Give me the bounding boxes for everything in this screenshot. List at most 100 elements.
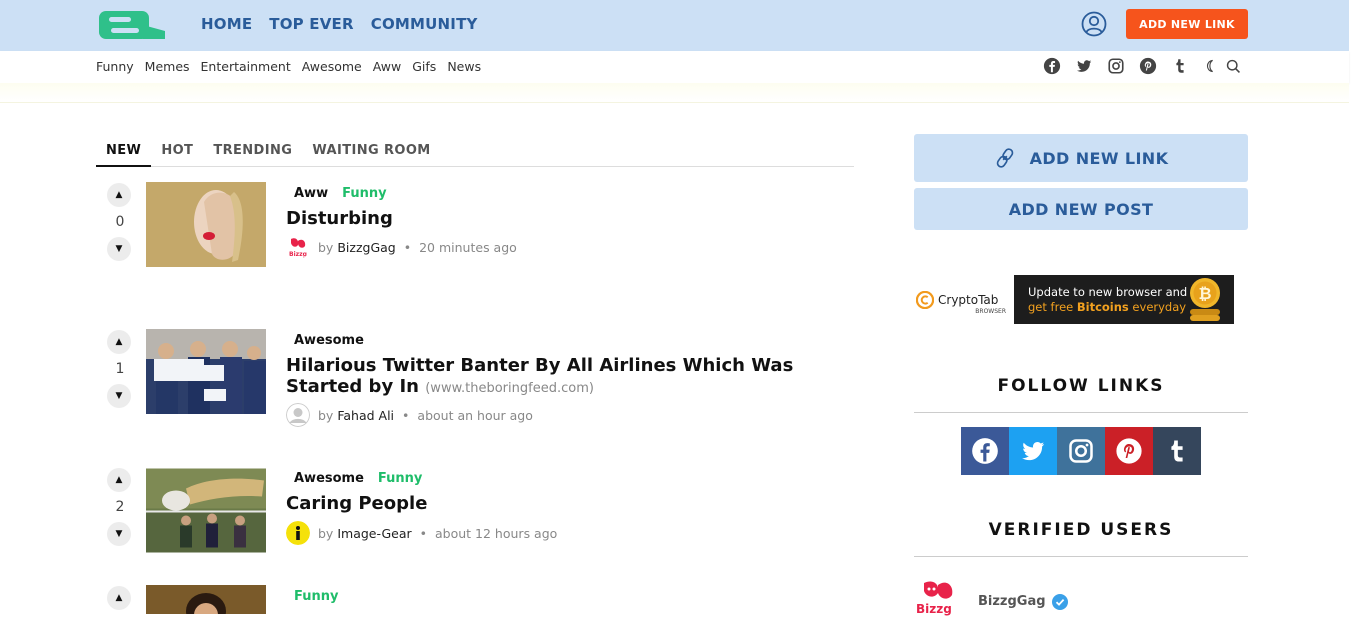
- nav-home[interactable]: HOME: [201, 15, 252, 33]
- post-title-text[interactable]: Disturbing: [286, 208, 393, 229]
- svg-text:Bizzg: Bizzg: [289, 251, 307, 258]
- twitter-icon: [1022, 442, 1045, 461]
- tab-waiting-room[interactable]: WAITING ROOM: [302, 141, 440, 167]
- search-icon[interactable]: [1225, 58, 1242, 75]
- downvote-button[interactable]: ▼: [107, 522, 131, 546]
- post-title[interactable]: Caring People: [286, 493, 806, 514]
- post-thumbnail[interactable]: [146, 585, 266, 614]
- tab-hot[interactable]: HOT: [151, 141, 203, 167]
- post-title-text[interactable]: Caring People: [286, 493, 427, 514]
- tag-aww[interactable]: Aww: [294, 186, 328, 201]
- follow-pinterest[interactable]: [1105, 427, 1153, 475]
- upvote-button[interactable]: ▲: [107, 183, 131, 207]
- follow-tumblr[interactable]: [1153, 427, 1201, 475]
- avatar[interactable]: Bizzg: [286, 235, 310, 259]
- verified-user-item[interactable]: Bizzg BizzgGag: [914, 579, 1068, 619]
- upvote-button[interactable]: ▲: [107, 586, 131, 610]
- post-tags: Awesome: [294, 333, 364, 348]
- upvote-button[interactable]: ▲: [107, 330, 131, 354]
- post-thumbnail[interactable]: [146, 329, 266, 414]
- facebook-icon[interactable]: [1043, 57, 1061, 75]
- tumblr-icon: [1171, 440, 1183, 462]
- category-memes[interactable]: Memes: [145, 59, 190, 74]
- follow-facebook[interactable]: [961, 427, 1009, 475]
- tab-new[interactable]: NEW: [96, 141, 152, 167]
- header-divider: [0, 83, 1349, 103]
- ad-line-2-prefix: get free: [1028, 300, 1077, 314]
- post-time: about 12 hours ago: [435, 525, 558, 541]
- sidebar-add-post-label: ADD NEW POST: [1008, 199, 1154, 219]
- avatar[interactable]: Bizzg: [914, 579, 964, 619]
- category-awesome[interactable]: Awesome: [302, 59, 362, 74]
- user-icon[interactable]: [1081, 11, 1107, 37]
- vote-box: ▲ 1 ▼: [107, 330, 133, 408]
- link-icon: [996, 148, 1013, 168]
- tag-awesome[interactable]: Awesome: [294, 333, 364, 348]
- pinterest-icon[interactable]: [1139, 57, 1157, 75]
- instagram-icon[interactable]: [1107, 57, 1125, 75]
- post-thumbnail[interactable]: [146, 468, 266, 553]
- ad-line-2-bold: Bitcoins: [1076, 300, 1129, 314]
- follow-twitter[interactable]: [1009, 427, 1057, 475]
- post-title[interactable]: Hilarious Twitter Banter By All Airlines…: [286, 355, 806, 399]
- main-nav: HOME TOP EVER COMMUNITY: [201, 15, 478, 33]
- ad-brand-sub: BROWSER: [975, 308, 1006, 315]
- category-nav: Funny Memes Entertainment Awesome Aww Gi…: [96, 59, 481, 74]
- site-logo[interactable]: [99, 11, 165, 39]
- category-gifs[interactable]: Gifs: [412, 59, 436, 74]
- category-news[interactable]: News: [447, 59, 481, 74]
- add-new-link-button[interactable]: ADD NEW LINK: [1126, 9, 1248, 39]
- vote-count: 1: [115, 361, 125, 377]
- tag-funny[interactable]: Funny: [342, 186, 386, 201]
- category-funny[interactable]: Funny: [96, 59, 134, 74]
- post-time: 20 minutes ago: [419, 239, 517, 255]
- post-meta: by Image-Gear • about 12 hours ago: [286, 521, 557, 545]
- tag-funny[interactable]: Funny: [378, 471, 422, 486]
- vote-box: ▲ 0 ▼: [107, 183, 133, 261]
- upvote-button[interactable]: ▲: [107, 468, 131, 492]
- vote-box: ▲: [107, 586, 133, 610]
- tab-trending[interactable]: TRENDING: [203, 141, 302, 167]
- category-aww[interactable]: Aww: [373, 59, 402, 74]
- sidebar-add-link-button[interactable]: ADD NEW LINK: [914, 134, 1248, 182]
- downvote-button[interactable]: ▼: [107, 384, 131, 408]
- cryptotab-ad[interactable]: CryptoTab BROWSER Update to new browser …: [914, 275, 1234, 324]
- tag-awesome[interactable]: Awesome: [294, 471, 364, 486]
- post-tags: Awesome Funny: [294, 471, 422, 486]
- post-title[interactable]: Disturbing: [286, 208, 806, 229]
- post-source[interactable]: (www.theboringfeed.com): [425, 381, 594, 396]
- post-meta: Bizzg by BizzgGag • 20 minutes ago: [286, 235, 517, 259]
- follow-links-heading: FOLLOW LINKS: [914, 376, 1248, 413]
- verified-user-name[interactable]: BizzgGag: [978, 594, 1046, 609]
- bitcoin-coin-icon: ₿: [1190, 278, 1220, 321]
- facebook-icon: [972, 438, 998, 464]
- category-entertainment[interactable]: Entertainment: [201, 59, 291, 74]
- ad-brand-name: CryptoTab: [938, 292, 999, 307]
- downvote-button[interactable]: ▼: [107, 237, 131, 261]
- follow-instagram[interactable]: [1057, 427, 1105, 475]
- nav-top-ever[interactable]: TOP EVER: [269, 15, 353, 33]
- twitter-icon[interactable]: [1075, 57, 1093, 75]
- author-link[interactable]: Image-Gear: [337, 526, 411, 541]
- tag-funny[interactable]: Funny: [294, 589, 338, 604]
- ad-banner: Update to new browser and get free Bitco…: [1014, 275, 1234, 324]
- avatar[interactable]: [286, 403, 310, 427]
- avatar[interactable]: [286, 521, 310, 545]
- verified-badge-icon: [1051, 593, 1068, 610]
- post-thumbnail[interactable]: [146, 182, 266, 267]
- pinterest-icon: [1116, 438, 1142, 464]
- header-social-links: [1043, 57, 1242, 75]
- post-meta: by Fahad Ali • about an hour ago: [286, 403, 533, 427]
- vote-box: ▲ 2 ▼: [107, 468, 133, 546]
- moon-icon[interactable]: [1203, 58, 1219, 74]
- svg-text:₿: ₿: [1198, 284, 1211, 303]
- sidebar-add-post-button[interactable]: ADD NEW POST: [914, 188, 1248, 230]
- follow-links: [961, 427, 1201, 475]
- ad-line-2-suffix: everyday: [1128, 300, 1187, 314]
- tumblr-icon[interactable]: [1171, 57, 1189, 75]
- cryptotab-logo-icon: [916, 290, 934, 309]
- nav-community[interactable]: COMMUNITY: [371, 15, 478, 33]
- author-link[interactable]: Fahad Ali: [337, 408, 394, 423]
- author-link[interactable]: BizzgGag: [337, 240, 395, 255]
- post-time: about an hour ago: [417, 407, 533, 423]
